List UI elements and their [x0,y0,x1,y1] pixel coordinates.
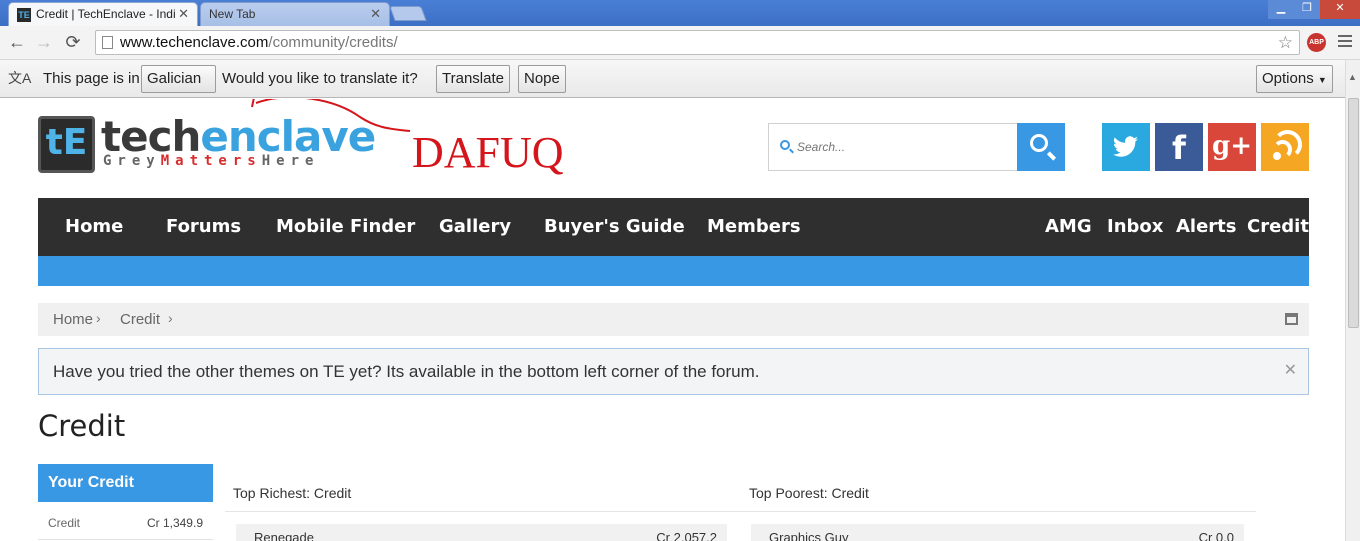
chrome-menu-icon[interactable] [1338,35,1352,47]
techenclave-favicon-icon: TE [17,7,31,22]
scrollbar-thumb[interactable] [1348,98,1359,328]
vertical-scrollbar[interactable]: ▲ [1345,60,1360,541]
rss-icon[interactable] [1261,123,1309,171]
rss-dot [1273,152,1281,160]
your-credit-heading[interactable]: Your Credit [38,464,213,502]
jump-menu-icon[interactable] [1285,313,1298,325]
nav-credit[interactable]: Credit [1247,198,1309,256]
user-name[interactable]: Renegade [254,530,314,541]
divider [742,511,1256,512]
translate-icon: 文A [8,70,32,86]
breadcrumb-home[interactable]: Home [53,311,93,328]
your-credit-row: Credit Cr 1,349.9 [38,502,213,540]
facebook-icon[interactable]: f [1155,123,1203,171]
sub-nav-bar [38,256,1309,286]
infobar-prefix-text: This page is in [43,70,140,87]
credit-value: Cr 0.0 [1198,530,1234,541]
notice-text: Have you tried the other themes on TE ye… [53,362,760,381]
page-title: Credit [38,409,126,443]
minimize-window-icon[interactable]: ▁ [1268,0,1294,19]
table-row[interactable]: Graphics Guy Cr 0.0 [751,524,1244,541]
reload-icon[interactable]: ⟳ [62,31,84,53]
translate-button[interactable]: Translate [436,65,510,93]
infobar-question-text: Would you like to translate it? [222,70,418,87]
chevron-down-icon: ▼ [1317,75,1327,85]
language-value: Galician [147,70,202,87]
bookmark-star-icon[interactable]: ☆ [1278,31,1293,54]
close-window-icon[interactable]: ✕ [1320,0,1360,19]
nav-inbox[interactable]: Inbox [1107,198,1163,256]
nav-alerts[interactable]: Alerts [1176,198,1237,256]
page-icon [102,36,113,49]
back-arrow-icon[interactable]: ← [6,31,28,53]
top-poorest-title: Top Poorest: Credit [749,485,869,501]
google-plus-icon[interactable]: g+ [1208,123,1256,171]
tab-label: New Tab [209,7,256,21]
translate-infobar: 文A This page is in Galician ▼ Would you … [0,60,1345,111]
notice-banner: Have you tried the other themes on TE ye… [38,348,1309,395]
options-label: Options [1262,70,1314,87]
new-tab-button[interactable] [389,6,427,21]
your-credit-value: Cr 1,349.9 [146,516,203,530]
nope-button[interactable]: Nope [518,65,566,93]
site-search [768,123,1065,171]
search-input[interactable] [768,123,1018,171]
nav-buyers-guide[interactable]: Buyer's Guide [544,198,685,256]
twitter-icon[interactable] [1102,123,1150,171]
nav-gallery[interactable]: Gallery [439,198,511,256]
browser-toolbar: ← → ⟳ www.techenclave.com/community/cred… [0,26,1360,60]
web-page: tE techenclave GreyMattersHere DAFUQ f g… [0,99,1345,541]
maximize-window-icon[interactable]: ❐ [1294,0,1320,19]
tab-credit[interactable]: TE Credit | TechEnclave - Indi ✕ [8,2,198,26]
chevron-right-icon: › [96,310,101,326]
user-name[interactable]: Graphics Guy [769,530,848,541]
breadcrumb-credit[interactable]: Credit [120,311,160,328]
address-bar[interactable]: www.techenclave.com/community/credits/ ☆ [95,30,1300,55]
your-credit-label: Credit [48,516,81,530]
tab-label: Credit | TechEnclave - Indi [36,7,176,21]
tab-strip: TE Credit | TechEnclave - Indi ✕ New Tab … [0,0,1360,26]
language-select[interactable]: Galician ▼ [141,65,216,111]
nav-mobile-finder[interactable]: Mobile Finder [276,198,415,256]
url-path: /community/credits/ [268,34,398,51]
magnifier-icon [1030,134,1048,152]
table-row[interactable]: Renegade Cr 2,057.2 [236,524,727,541]
scroll-up-arrow-icon[interactable]: ▲ [1348,72,1357,82]
url-host: www.techenclave.com [120,34,269,51]
nav-members[interactable]: Members [707,198,801,256]
adblock-plus-icon[interactable]: ABP [1307,33,1326,52]
forward-arrow-icon[interactable]: → [33,31,55,53]
breadcrumb: Home › Credit › [38,303,1309,336]
main-nav: Home Forums Mobile Finder Gallery Buyer'… [38,198,1309,256]
annotation-arrow [251,99,411,132]
tab-new-tab[interactable]: New Tab ✕ [200,2,390,26]
close-tab-icon[interactable]: ✕ [370,3,381,25]
nav-forums[interactable]: Forums [166,198,241,256]
options-button[interactable]: Options ▼ [1256,65,1333,93]
close-tab-icon[interactable]: ✕ [178,3,189,25]
logo-mark: tE [38,116,95,173]
annotation-text: DAFUQ [412,128,564,177]
tagline-part1: Grey [103,153,161,169]
nav-home[interactable]: Home [65,198,123,256]
search-button[interactable] [1017,123,1065,171]
credit-value: Cr 2,057.2 [656,530,717,541]
top-richest-title: Top Richest: Credit [233,485,352,501]
nav-amg[interactable]: AMG [1045,198,1092,256]
dismiss-notice-icon[interactable]: ✕ [1284,360,1297,380]
search-icon [780,140,790,150]
chevron-right-icon: › [168,310,173,326]
divider [225,511,742,512]
